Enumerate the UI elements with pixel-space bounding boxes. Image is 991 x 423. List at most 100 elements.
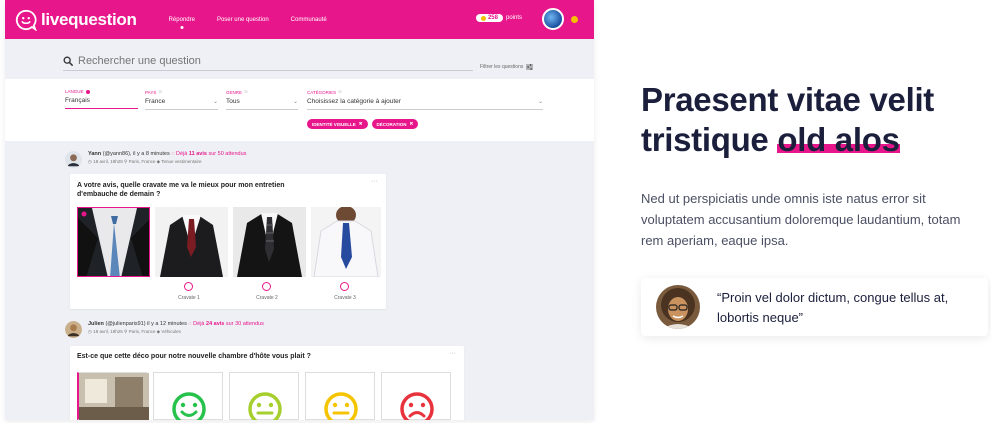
hero-headline: Praesent vitae velit tristique old alos: [641, 80, 981, 159]
option-emoji-neutral[interactable]: [229, 372, 299, 420]
option-radio[interactable]: [262, 282, 271, 291]
option-emoji-sad[interactable]: [381, 372, 451, 420]
option-label: Cravate 1: [178, 295, 200, 301]
question-category: Véhicules: [161, 329, 181, 334]
avatar[interactable]: [65, 151, 82, 168]
smiley-logo-icon: [15, 9, 37, 31]
filter-langue-label-text: LANGUE: [65, 89, 84, 94]
question-meta: Yann (@yann86), il y a 8 minutes ◌ Déjà …: [65, 151, 246, 168]
question-card[interactable]: Est-ce que cette déco pour notre nouvell…: [70, 346, 464, 420]
author-meta: (@julienparis91) il y a 12 minutes: [105, 321, 187, 327]
sliders-icon: [526, 64, 534, 70]
filter-langue[interactable]: LANGUE Français: [65, 89, 138, 109]
notification-dot-icon[interactable]: [571, 16, 578, 23]
points-display: 258 points: [475, 14, 522, 22]
filter-genre[interactable]: GENRE ⊙ Tous ⌄: [226, 89, 298, 110]
option-image[interactable]: [77, 372, 149, 420]
search-bar: [63, 51, 473, 71]
search-input[interactable]: [78, 54, 458, 67]
meh-face-icon: [324, 392, 358, 420]
chevron-down-icon: ⌄: [212, 99, 218, 105]
filter-categories[interactable]: CATÉGORIES ⊙ Choisissez la catégorie à aj…: [307, 89, 543, 110]
option-radio[interactable]: [184, 282, 193, 291]
option-label: Cravate 3: [334, 295, 356, 301]
neutral-face-icon: [248, 392, 282, 420]
info-icon: ⊙: [158, 89, 163, 94]
more-options-icon[interactable]: ···: [371, 178, 378, 185]
location-icon: ⚲: [124, 329, 128, 334]
author-meta: (@yann86), il y a 8 minutes: [102, 151, 170, 157]
filter-langue-label: LANGUE: [65, 89, 138, 94]
category-chip[interactable]: DÉCORATION ✖: [371, 119, 419, 129]
option-emoji-happy[interactable]: [153, 372, 223, 420]
user-avatar[interactable]: [542, 8, 564, 30]
option-image[interactable]: [233, 207, 306, 277]
happy-face-icon: [172, 392, 206, 420]
points-value: 258: [487, 15, 498, 21]
question-date: 18 avril, 19h25: [93, 329, 123, 334]
search-icon: [63, 56, 73, 66]
option-image[interactable]: [77, 207, 150, 277]
clock-icon: ◷: [88, 159, 92, 164]
person-photo: [656, 285, 700, 329]
option-emoji-meh[interactable]: [305, 372, 375, 420]
question-title[interactable]: A votre avis, quelle cravate me va le mi…: [77, 182, 317, 200]
question-card[interactable]: A votre avis, quelle cravate me va le mi…: [70, 174, 386, 309]
question-meta: Julien (@julienparis91) il y a 12 minute…: [65, 321, 264, 338]
more-options-icon[interactable]: ···: [449, 350, 456, 357]
nav-item-repondre[interactable]: Répondre: [169, 17, 195, 23]
filter-pays[interactable]: PAYS ⊙ France ⌄: [145, 89, 218, 110]
close-icon[interactable]: ✖: [359, 121, 363, 127]
sad-face-icon: [400, 392, 434, 420]
headline-highlight-text: old alos: [777, 120, 900, 158]
points-label: points: [505, 15, 522, 21]
filter-categories-label: CATÉGORIES ⊙: [307, 89, 543, 95]
avis-count: 11 avis: [188, 151, 207, 157]
hero-paragraph: Ned ut perspiciatis unde omnis iste natu…: [641, 191, 961, 249]
points-badge: 258: [475, 14, 503, 22]
headline-line-1: Praesent vitae velit: [641, 81, 934, 118]
author-name[interactable]: Julien: [88, 321, 104, 327]
logo[interactable]: livequestion: [15, 9, 137, 31]
nav-item-communaute[interactable]: Communauté: [291, 17, 327, 23]
filter-questions-link[interactable]: Filtrer les questions: [480, 64, 534, 70]
nav-item-poser-question[interactable]: Poser une question: [217, 17, 269, 23]
option-radio[interactable]: [340, 282, 349, 291]
headline-plain: tristique: [641, 120, 778, 158]
location-icon: ⚲: [124, 159, 128, 164]
avis-prefix: Déjà: [176, 151, 188, 157]
tie-photo-3: [233, 207, 306, 277]
filter-categories-value: Choisissez la catégorie à ajouter ⌄: [307, 98, 543, 110]
chevron-down-icon: ⌄: [292, 99, 298, 105]
app-mockup: livequestion Répondre Poser une question…: [5, 0, 594, 420]
main-nav: Répondre Poser une question Communauté: [169, 17, 327, 23]
question-author-line: Julien (@julienparis91) il y a 12 minute…: [88, 321, 264, 327]
bedroom-photo: [79, 373, 149, 420]
chip-label: DÉCORATION: [376, 121, 407, 127]
avis-suffix: sur 30 attendus: [225, 321, 264, 327]
filter-langue-value: Français: [65, 97, 138, 109]
question-location: Paris, France: [128, 159, 156, 164]
question-location: Paris, France: [128, 329, 156, 334]
avatar[interactable]: [65, 321, 82, 338]
filter-pays-label: PAYS ⊙: [145, 89, 218, 95]
filter-genre-label: GENRE ⊙: [226, 89, 298, 95]
info-icon: ⊙: [338, 89, 342, 94]
question-date: 18 avril, 19h28: [93, 159, 123, 164]
question-title[interactable]: Est-ce que cette déco pour notre nouvell…: [77, 353, 437, 362]
clock-icon: ◷: [88, 329, 92, 334]
tag-icon: ◆: [156, 329, 161, 334]
testimonial-avatar: [656, 285, 700, 329]
author-name[interactable]: Yann: [88, 151, 101, 157]
filter-questions-label: Filtrer les questions: [480, 64, 524, 70]
filter-pays-value: France ⌄: [145, 98, 218, 110]
headline-highlight: old alos: [777, 120, 900, 160]
chip-label: IDENTITÉ VISUELLE: [312, 121, 356, 127]
category-chip[interactable]: IDENTITÉ VISUELLE ✖: [307, 119, 368, 129]
question-details-line: ◷ 18 avril, 19h25 ⚲ Paris, France ◆ Véhi…: [88, 329, 264, 335]
option-image[interactable]: [155, 207, 228, 277]
option-image[interactable]: [311, 207, 381, 277]
close-icon[interactable]: ✖: [409, 121, 413, 127]
tag-icon: ◆: [156, 159, 161, 164]
filter-genre-label-text: GENRE: [226, 89, 243, 95]
